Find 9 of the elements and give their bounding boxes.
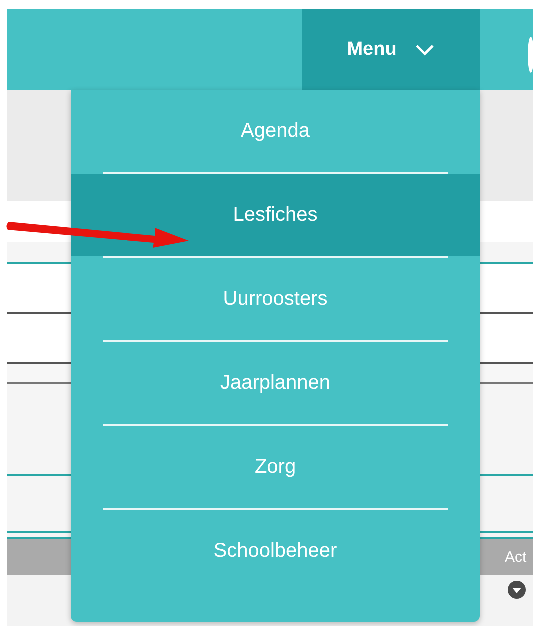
menu-button[interactable]: Menu [302,9,480,90]
menu-item[interactable]: Zorg [71,426,480,508]
menu-item[interactable]: Jaarplannen [71,342,480,424]
menu-item[interactable]: Agenda [71,90,480,172]
menu-item[interactable]: Schoolbeheer [71,510,480,592]
menu-item[interactable]: Lesfiches [71,174,480,256]
menu-item[interactable]: Uurroosters [71,258,480,340]
column-header: Act [505,548,528,566]
chevron-down-icon [414,44,435,56]
